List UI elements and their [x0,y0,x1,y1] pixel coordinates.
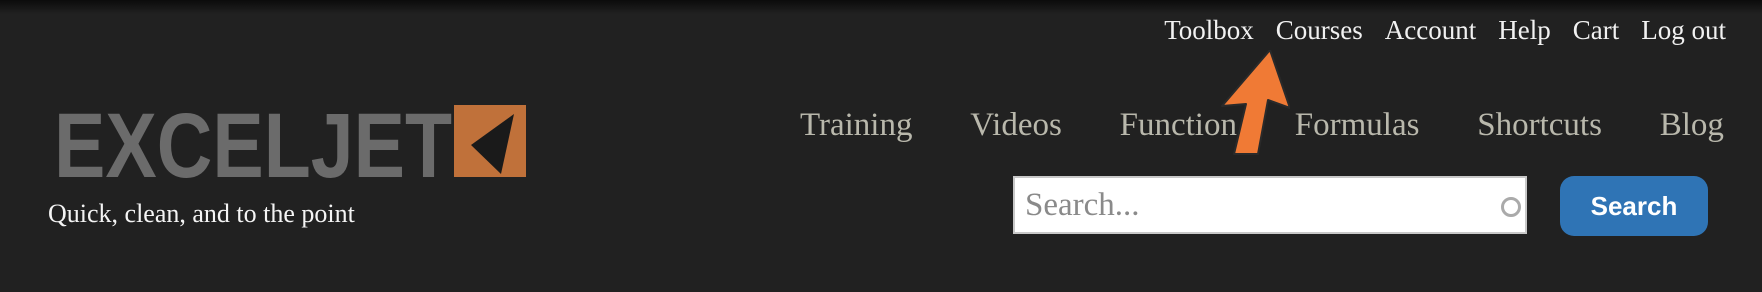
exceljet-logo[interactable]: EXCELJET [54,100,528,203]
logo-text: EXCELJET [54,100,452,197]
nav-link-cart[interactable]: Cart [1573,15,1620,46]
nav-link-courses[interactable]: Courses [1276,15,1363,46]
top-nav: Toolbox Courses Account Help Cart Log ou… [1164,12,1726,48]
clear-search-icon[interactable] [1501,197,1521,217]
tagline: Quick, clean, and to the point [48,199,355,228]
nav-link-help[interactable]: Help [1498,15,1550,46]
nav-link-training[interactable]: Training [800,107,912,144]
nav-link-account[interactable]: Account [1385,15,1476,46]
search-button[interactable]: Search [1560,176,1708,236]
nav-link-blog[interactable]: Blog [1660,107,1724,144]
nav-link-shortcuts[interactable]: Shortcuts [1477,107,1602,144]
annotation-arrow-icon [1221,50,1290,155]
nav-link-videos[interactable]: Videos [970,107,1062,144]
nav-link-logout[interactable]: Log out [1641,15,1726,46]
nav-link-formulas[interactable]: Formulas [1295,107,1420,144]
search-input[interactable] [1013,176,1527,234]
nav-link-toolbox[interactable]: Toolbox [1164,15,1254,46]
